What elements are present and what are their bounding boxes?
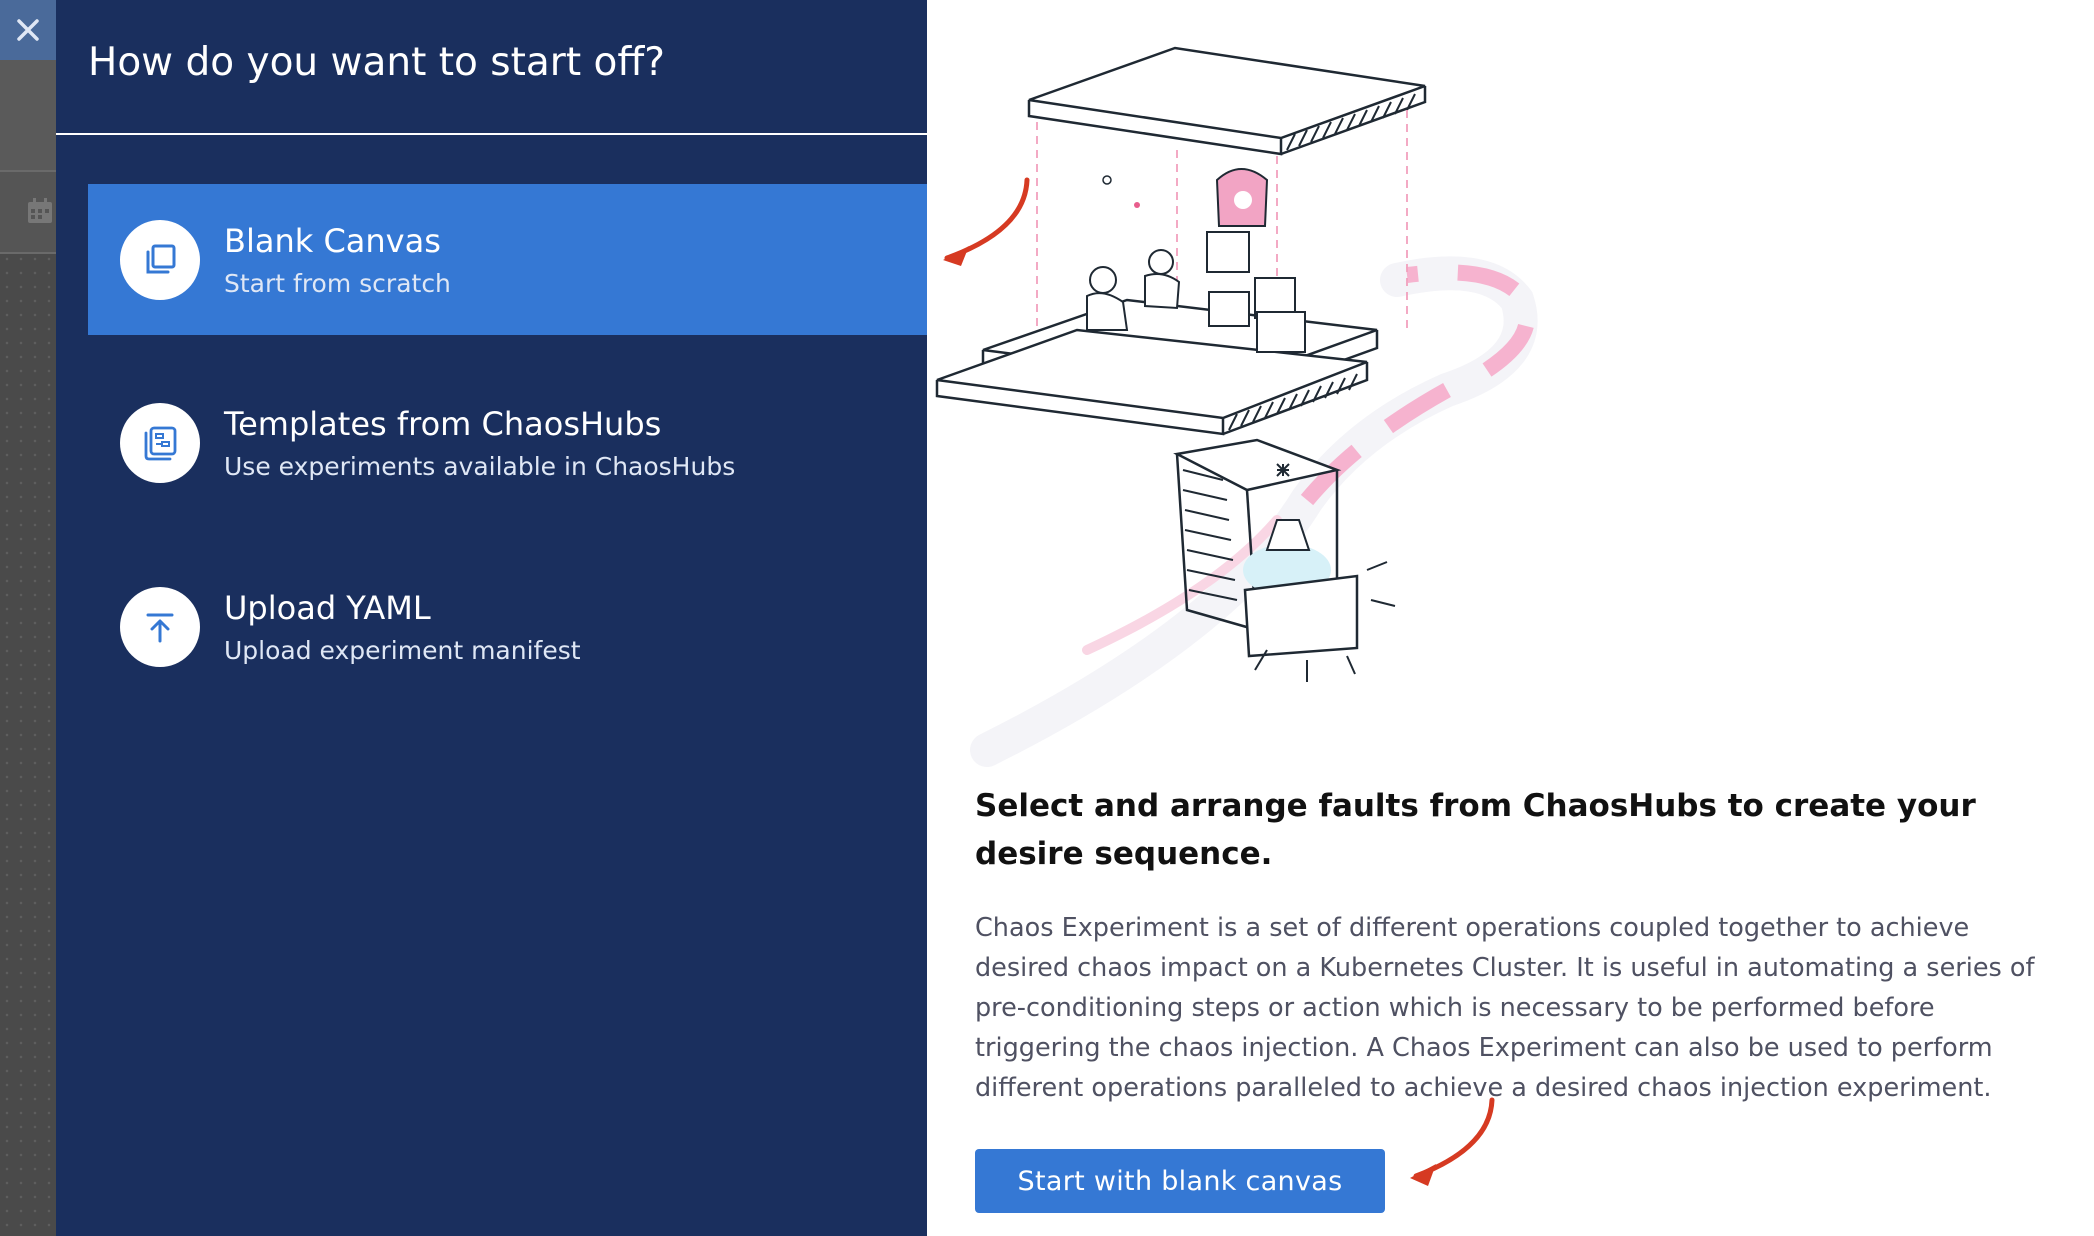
- divider: [56, 133, 927, 135]
- close-icon: [17, 19, 39, 41]
- close-button[interactable]: [0, 0, 56, 60]
- upload-icon: [146, 613, 174, 643]
- option-title: Templates from ChaosHubs: [224, 405, 662, 443]
- annotation-arrow-icon: [1410, 1097, 1495, 1186]
- option-blank-canvas[interactable]: Blank Canvas Start from scratch: [88, 184, 927, 335]
- annotation-arrow-icon: [943, 177, 1030, 266]
- option-title: Upload YAML: [224, 589, 431, 627]
- option-detail-panel: Select and arrange faults from ChaosHubs…: [927, 0, 2094, 1236]
- detail-heading: Select and arrange faults from ChaosHubs…: [975, 788, 1976, 872]
- template-icon: [144, 426, 177, 461]
- start-options-panel: How do you want to start off? Blank Canv…: [56, 0, 927, 1236]
- option-title: Blank Canvas: [224, 222, 441, 260]
- dialog-title: How do you want to start off?: [88, 40, 665, 85]
- option-subtitle: Upload experiment manifest: [224, 636, 581, 665]
- option-subtitle: Start from scratch: [224, 269, 451, 298]
- background-page: [0, 0, 56, 1236]
- detail-description: Chaos Experiment is a set of different o…: [975, 913, 2035, 1103]
- calendar-icon: [28, 198, 52, 223]
- copy-icon: [146, 244, 176, 274]
- option-templates-chaoshubs[interactable]: Templates from ChaosHubs Use experiments…: [88, 367, 927, 518]
- option-upload-yaml[interactable]: Upload YAML Upload experiment manifest: [88, 551, 927, 702]
- option-subtitle: Use experiments available in ChaosHubs: [224, 452, 736, 481]
- start-blank-canvas-button[interactable]: Start with blank canvas: [975, 1149, 1385, 1213]
- chaos-illustration: [935, 46, 1538, 767]
